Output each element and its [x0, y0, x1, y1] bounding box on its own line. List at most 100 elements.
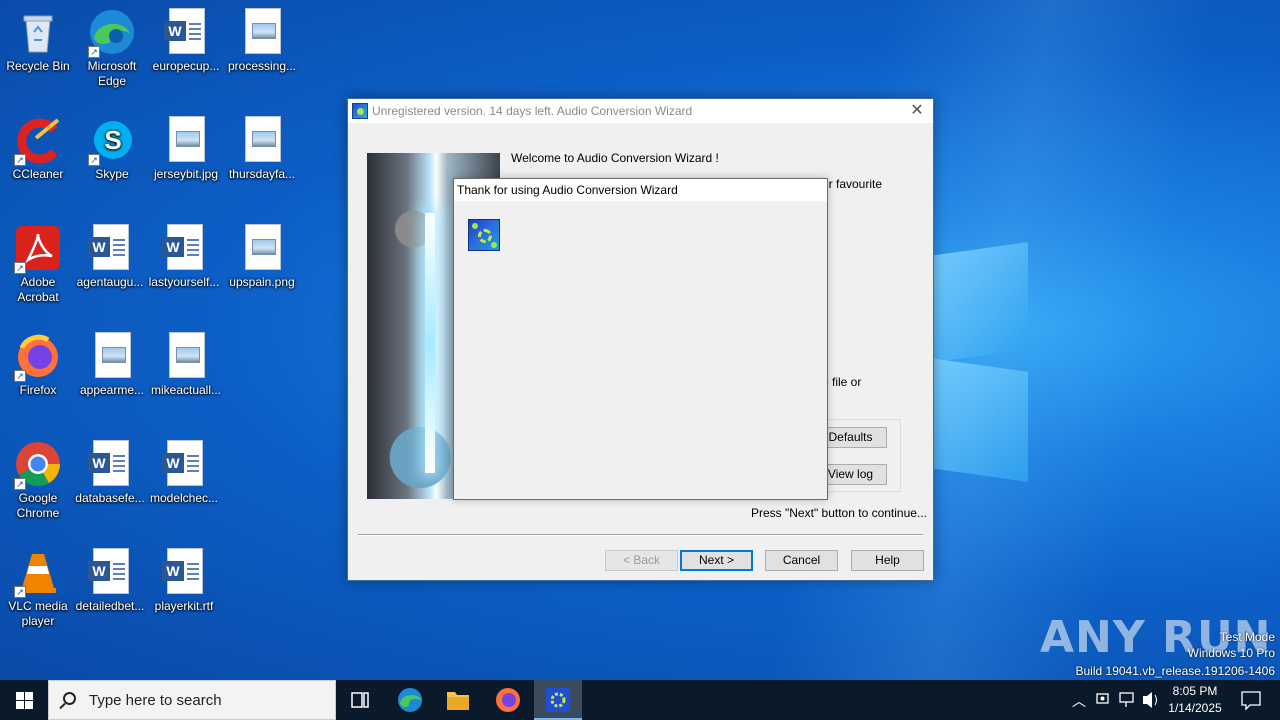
- icon-label: CCleaner: [12, 167, 64, 181]
- word-document-icon: W: [86, 548, 134, 596]
- task-view-button[interactable]: [336, 680, 384, 720]
- svg-text:S: S: [104, 125, 121, 155]
- cancel-button[interactable]: Cancel: [765, 550, 838, 571]
- desktop-icon-adobe-acrobat[interactable]: ↗ Adobe Acrobat: [0, 224, 76, 305]
- icon-label: upspain.png: [229, 275, 295, 289]
- taskbar-audio-wizard-button[interactable]: [534, 680, 582, 720]
- task-view-icon: [351, 692, 369, 708]
- desktop-icon-europecup[interactable]: W europecup...: [148, 8, 224, 74]
- taskbar-firefox-button[interactable]: [484, 680, 532, 720]
- word-document-icon: W: [160, 548, 208, 596]
- divider: [358, 534, 923, 536]
- desktop-icon-appearme[interactable]: appearme...: [74, 332, 150, 398]
- wizard-description-fragment: ur favourite: [822, 177, 883, 191]
- icon-label: detailedbet...: [75, 599, 145, 613]
- press-next-hint: Press "Next" button to continue...: [751, 506, 927, 520]
- icon-label: VLC media player: [8, 599, 68, 628]
- icon-label: Firefox: [19, 383, 57, 397]
- desktop-icon-upspain[interactable]: upspain.png: [224, 224, 300, 290]
- clock-date: 1/14/2025: [1168, 701, 1222, 715]
- desktop-icon-vlc[interactable]: ↗ VLC media player: [0, 548, 76, 629]
- desktop-icon-detailedbet[interactable]: W detailedbet...: [72, 548, 148, 614]
- taskbar-search-box[interactable]: Type here to search: [48, 680, 336, 720]
- audio-wizard-icon: [468, 219, 500, 251]
- tray-meet-now[interactable]: [1092, 680, 1114, 720]
- thank-you-dialog: Thank for using Audio Conversion Wizard: [453, 178, 828, 500]
- taskbar-edge-button[interactable]: [386, 680, 434, 720]
- start-button[interactable]: [0, 680, 48, 720]
- watermark-build: Build 19041.vb_release.191206-1406: [1075, 664, 1276, 678]
- notification-icon: [1241, 691, 1261, 711]
- tray-volume[interactable]: [1140, 680, 1162, 720]
- icon-label: thursdayfa...: [228, 167, 296, 181]
- desktop-icon-thursdayfa[interactable]: thursdayfa...: [224, 116, 300, 182]
- recycle-bin-icon: [14, 8, 62, 56]
- chrome-icon: ↗: [14, 440, 62, 490]
- ccleaner-icon: ↗: [14, 116, 62, 166]
- icon-label: europecup...: [152, 59, 220, 73]
- network-device-icon: [1096, 693, 1109, 704]
- taskbar: Type here to search ︿ 8:05 PM 1/14/2025: [0, 680, 1280, 720]
- search-icon: [63, 692, 76, 705]
- desktop-icon-mikeactuall[interactable]: mikeactuall...: [148, 332, 224, 398]
- tray-network[interactable]: [1116, 680, 1138, 720]
- wizard-titlebar[interactable]: Unregistered version. 14 days left. Audi…: [348, 99, 933, 123]
- desktop-icon-jerseybit[interactable]: jerseybit.jpg: [148, 116, 224, 182]
- image-file-icon: [238, 8, 286, 56]
- welcome-text: Welcome to Audio Conversion Wizard !: [511, 151, 719, 165]
- action-center-button[interactable]: [1236, 680, 1266, 720]
- word-document-icon: W: [160, 440, 208, 488]
- speaker-icon: [1143, 692, 1157, 708]
- folder-icon: [447, 692, 469, 710]
- desktop-icon-playerkit[interactable]: W playerkit.rtf: [146, 548, 222, 614]
- desktop-icon-lastyourself[interactable]: W lastyourself...: [146, 224, 222, 290]
- taskbar-clock[interactable]: 8:05 PM 1/14/2025: [1160, 683, 1230, 717]
- firefox-icon: ↗: [14, 332, 62, 382]
- network-icon: [1119, 692, 1134, 707]
- close-icon[interactable]: ✕: [907, 99, 927, 123]
- desktop-icon-modelchec[interactable]: W modelchec...: [146, 440, 222, 506]
- next-button[interactable]: Next >: [680, 550, 753, 571]
- windows-logo-wallpaper: [930, 235, 1030, 505]
- edge-icon: ↗: [88, 8, 136, 58]
- desktop-icon-databasefe[interactable]: W databasefe...: [72, 440, 148, 506]
- icon-label: Microsoft Edge: [87, 59, 137, 88]
- icon-label: mikeactuall...: [150, 383, 222, 397]
- desktop-icon-microsoft-edge[interactable]: ↗ Microsoft Edge: [74, 8, 150, 89]
- desktop-icon-recycle-bin[interactable]: Recycle Bin: [0, 8, 76, 74]
- thank-you-dialog-title[interactable]: Thank for using Audio Conversion Wizard: [454, 179, 827, 201]
- back-button[interactable]: < Back: [605, 550, 678, 571]
- image-file-icon: [162, 116, 210, 164]
- word-document-icon: W: [162, 8, 210, 56]
- image-file-icon: [88, 332, 136, 380]
- vlc-icon: ↗: [14, 548, 62, 598]
- icon-label: playerkit.rtf: [154, 599, 214, 613]
- app-icon: [352, 103, 368, 119]
- desktop-icon-firefox[interactable]: ↗ Firefox: [0, 332, 76, 398]
- help-button[interactable]: Help: [851, 550, 924, 571]
- word-document-icon: W: [86, 224, 134, 272]
- icon-label: Adobe Acrobat: [17, 275, 59, 304]
- word-document-icon: W: [160, 224, 208, 272]
- desktop-icon-processing[interactable]: processing...: [224, 8, 300, 74]
- wizard-title: Unregistered version. 14 days left. Audi…: [372, 104, 693, 118]
- image-file-icon: [238, 224, 286, 272]
- audio-wizard-icon: [546, 688, 570, 712]
- icon-label: jerseybit.jpg: [153, 167, 219, 181]
- desktop-icon-google-chrome[interactable]: ↗ Google Chrome: [0, 440, 76, 521]
- desktop-icon-skype[interactable]: S ↗ Skype: [74, 116, 150, 182]
- desktop-icon-ccleaner[interactable]: ↗ CCleaner: [0, 116, 76, 182]
- taskbar-file-explorer-button[interactable]: [434, 680, 482, 720]
- chevron-up-icon: ︿: [1072, 693, 1086, 709]
- icon-label: Recycle Bin: [6, 59, 70, 73]
- icon-label: modelchec...: [149, 491, 219, 505]
- icon-label: appearme...: [79, 383, 145, 397]
- show-hidden-icons-button[interactable]: ︿: [1068, 680, 1088, 720]
- clock-time: 8:05 PM: [1172, 684, 1218, 698]
- icon-label: Google Chrome: [16, 491, 60, 520]
- image-file-icon: [238, 116, 286, 164]
- desktop-icon-agentaugu[interactable]: W agentaugu...: [72, 224, 148, 290]
- watermark-test-mode: Test Mode: [1219, 630, 1275, 644]
- search-placeholder: Type here to search: [89, 692, 222, 709]
- desktop: Recycle Bin ↗ CCleaner ↗ Adobe Acrobat ↗…: [0, 0, 1280, 680]
